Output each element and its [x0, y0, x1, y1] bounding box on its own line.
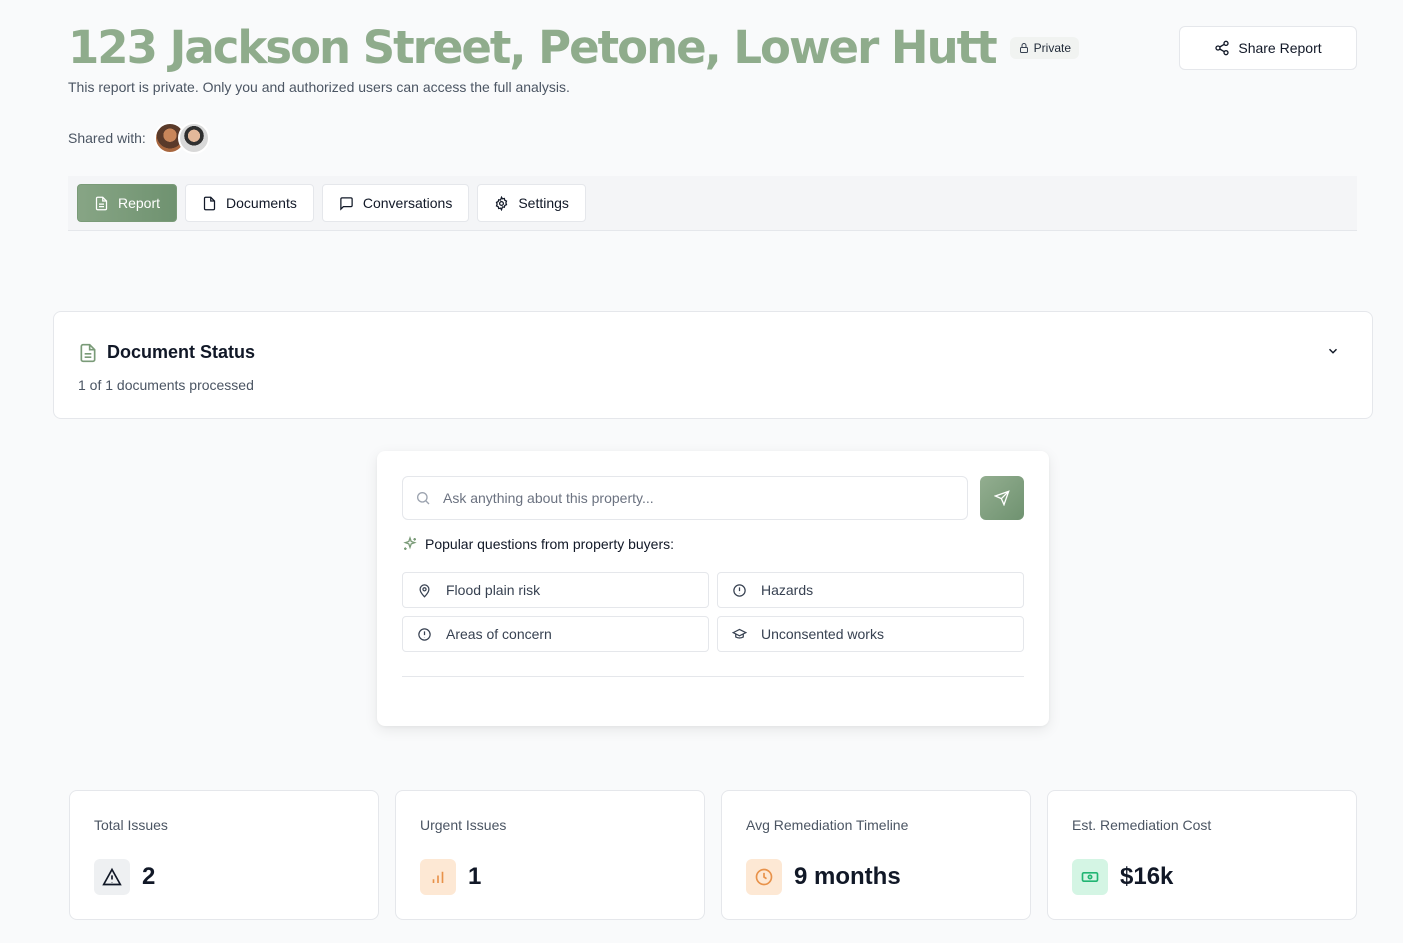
share-report-button[interactable]: Share Report — [1179, 26, 1357, 70]
stat-value: $16k — [1120, 863, 1174, 890]
tab-documents[interactable]: Documents — [185, 184, 314, 222]
document-status-title: Document Status — [107, 342, 256, 362]
privacy-note: This report is private. Only you and aut… — [68, 79, 570, 95]
share-report-label: Share Report — [1238, 40, 1322, 56]
clock-icon — [746, 859, 782, 895]
tab-conversations[interactable]: Conversations — [321, 184, 470, 222]
stat-label: Total Issues — [94, 817, 168, 833]
chevron-down-icon — [1328, 348, 1338, 354]
stat-total-issues: Total Issues 2 — [69, 790, 379, 920]
tab-conversations-label: Conversations — [362, 195, 453, 211]
ask-input[interactable] — [443, 490, 943, 506]
document-status-card: Document Status 1 of 1 documents process… — [53, 311, 1373, 419]
question-label: Unconsented works — [761, 626, 884, 642]
popular-questions-label: Popular questions from property buyers: — [425, 536, 675, 552]
stats-row: Total Issues 2 Urgent Issues 1 Avg Remed… — [69, 790, 1357, 920]
popular-questions-heading: Popular questions from property buyers: — [402, 536, 674, 552]
stat-value: 9 months — [794, 863, 901, 890]
stat-label: Urgent Issues — [420, 817, 507, 833]
stat-value: 2 — [142, 863, 156, 890]
shared-avatars — [153, 122, 210, 154]
alert-circle-icon — [418, 627, 431, 641]
page-title: 123 Jackson Street, Petone, Lower Hutt — [68, 21, 998, 74]
tab-documents-label: Documents — [226, 195, 297, 211]
question-areas-of-concern[interactable]: Areas of concern — [402, 616, 709, 652]
question-unconsented-works[interactable]: Unconsented works — [717, 616, 1024, 652]
shared-with-label: Shared with: — [68, 130, 146, 146]
banknote-icon — [1072, 859, 1108, 895]
tab-settings-label: Settings — [518, 195, 569, 211]
stat-est-remediation-cost: Est. Remediation Cost $16k — [1047, 790, 1357, 920]
stat-value: 1 — [468, 863, 482, 890]
tab-bar: Report Documents Conversations Settings — [68, 176, 1357, 231]
share-icon — [1215, 40, 1230, 56]
file-text-icon — [95, 196, 108, 210]
tab-report[interactable]: Report — [77, 184, 178, 222]
bar-chart-icon — [420, 859, 456, 895]
divider — [402, 676, 1024, 677]
lock-icon — [1019, 43, 1028, 53]
send-icon — [994, 490, 1010, 506]
question-label: Hazards — [761, 582, 814, 598]
stat-label: Est. Remediation Cost — [1072, 817, 1212, 833]
question-flood-plain-risk[interactable]: Flood plain risk — [402, 572, 709, 608]
question-hazards[interactable]: Hazards — [717, 572, 1024, 608]
graduation-cap-icon — [732, 628, 747, 639]
expand-toggle[interactable] — [1326, 344, 1340, 363]
tab-report-label: Report — [118, 195, 161, 211]
private-badge-label: Private — [1033, 41, 1072, 55]
report-header: 123 Jackson Street, Petone, Lower Hutt P… — [68, 18, 1357, 154]
shared-with: Shared with: — [68, 122, 1357, 154]
document-status-summary: 1 of 1 documents processed — [78, 377, 254, 393]
question-label: Areas of concern — [446, 626, 552, 642]
private-badge: Private — [1009, 37, 1080, 59]
avatar[interactable] — [177, 122, 210, 154]
question-label: Flood plain risk — [446, 582, 541, 598]
sparkles-icon — [403, 536, 417, 550]
send-button[interactable] — [980, 476, 1024, 520]
search-icon — [417, 492, 430, 505]
file-icon — [203, 196, 216, 210]
stat-label: Avg Remediation Timeline — [746, 817, 909, 833]
question-grid: Flood plain risk Hazards Areas of concer… — [402, 572, 1024, 652]
file-text-icon — [80, 343, 96, 362]
ask-card: Popular questions from property buyers: … — [377, 451, 1049, 726]
map-pin-icon — [419, 583, 430, 598]
message-square-icon — [340, 196, 353, 211]
gear-icon — [496, 195, 508, 211]
warning-triangle-icon — [94, 859, 130, 895]
tab-settings[interactable]: Settings — [477, 184, 586, 222]
stat-urgent-issues: Urgent Issues 1 — [395, 790, 705, 920]
alert-circle-icon — [733, 583, 746, 597]
ask-search — [402, 476, 968, 520]
stat-avg-remediation-timeline: Avg Remediation Timeline 9 months — [721, 790, 1031, 920]
